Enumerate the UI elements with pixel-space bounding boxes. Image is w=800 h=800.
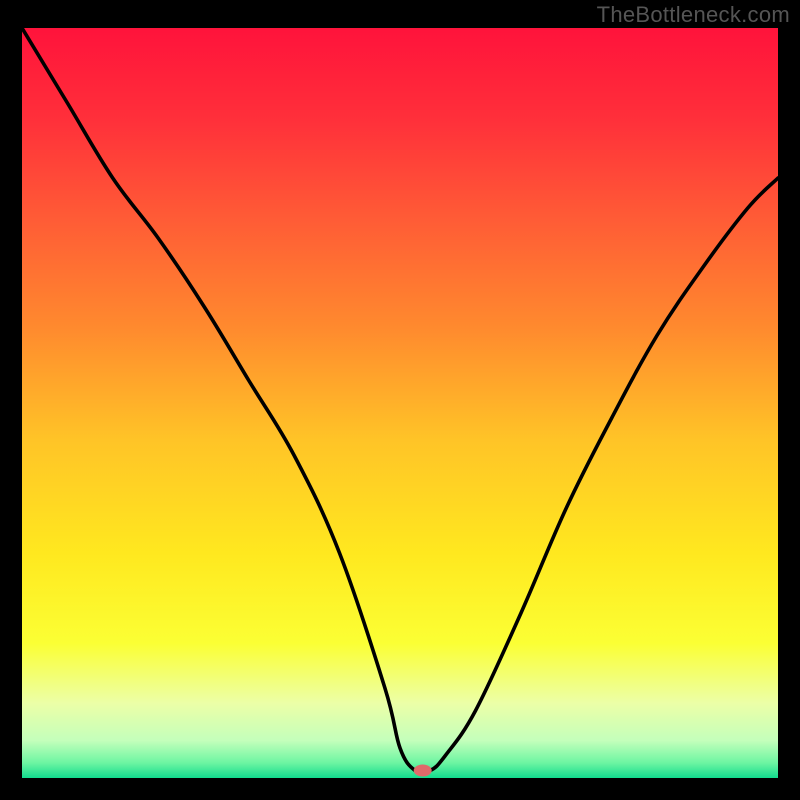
optimum-marker (414, 765, 432, 777)
bottleneck-chart (22, 28, 778, 778)
chart-svg (22, 28, 778, 778)
gradient-background (22, 28, 778, 778)
chart-frame: TheBottleneck.com (0, 0, 800, 800)
watermark-text: TheBottleneck.com (597, 2, 790, 28)
